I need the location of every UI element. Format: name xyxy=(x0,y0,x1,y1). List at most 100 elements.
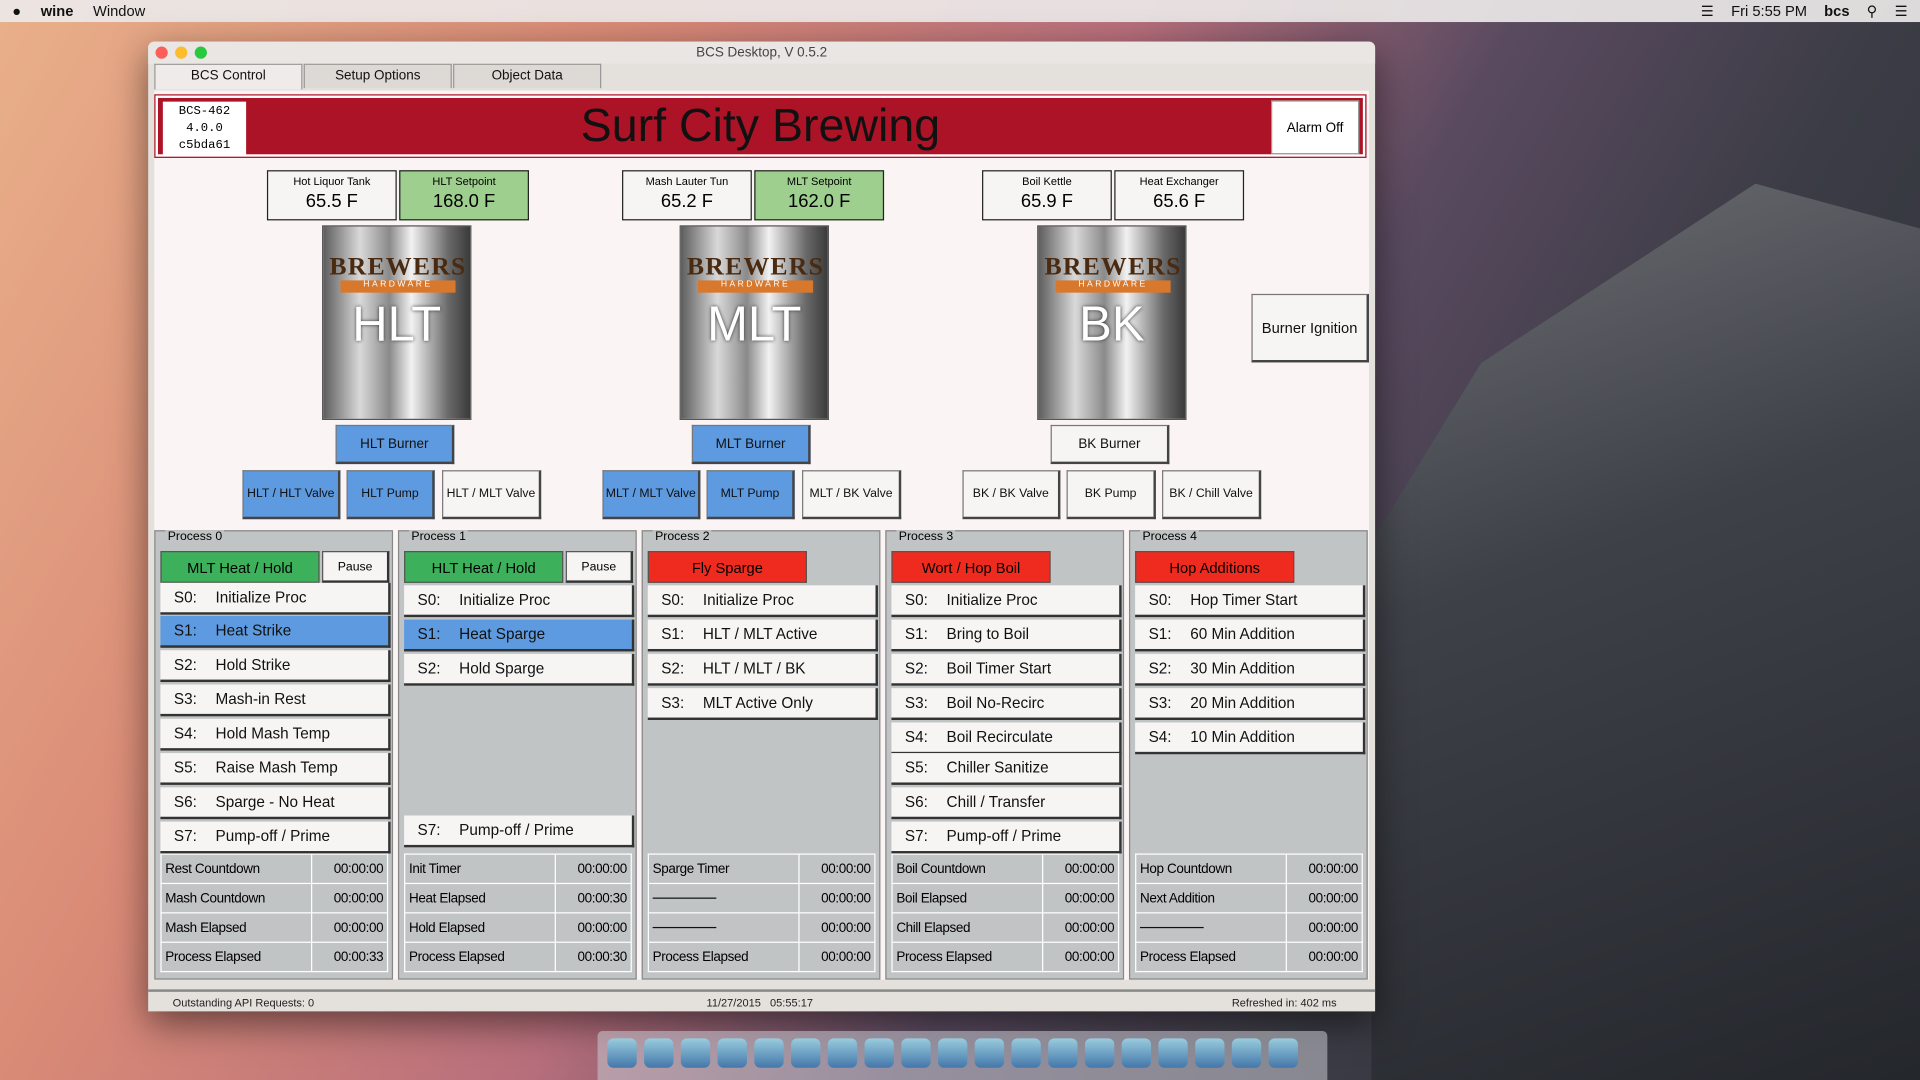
user-menu[interactable]: bcs xyxy=(1824,2,1849,19)
folder-icon[interactable] xyxy=(1231,1038,1262,1068)
itunes-icon[interactable] xyxy=(1048,1038,1078,1068)
output-button-hlt-pump[interactable]: HLT Pump xyxy=(346,470,435,520)
finder-icon[interactable] xyxy=(607,1038,637,1068)
process-step[interactable]: S1: 60 Min Addition xyxy=(1135,619,1366,652)
apple-icon[interactable]: ● xyxy=(12,2,21,19)
tab-bcs-control[interactable]: BCS Control xyxy=(154,63,303,90)
window-menu[interactable]: Window xyxy=(93,2,145,19)
timer-value: 00:00:30 xyxy=(554,882,632,914)
step-number: S4: xyxy=(173,724,197,743)
output-button-bk-bk-valve[interactable]: BK / BK Valve xyxy=(962,470,1061,520)
reminders-icon[interactable] xyxy=(864,1038,894,1068)
process-step[interactable]: S3: Mash-in Rest xyxy=(160,684,391,717)
process-step[interactable]: S4: 10 Min Addition xyxy=(1135,722,1366,755)
sensor-hot-liquor-tank: Hot Liquor Tank 65.5 F xyxy=(266,170,397,221)
timer-value: 00:00:00 xyxy=(798,853,876,885)
calendar-icon[interactable] xyxy=(791,1038,821,1068)
step-number: S4: xyxy=(1148,728,1172,746)
process-step[interactable]: S3: Boil No-Recirc xyxy=(891,688,1122,721)
kettle-mlt[interactable]: BREWERS HARDWARE MLT xyxy=(679,225,829,421)
timer-value: 00:00:00 xyxy=(311,912,389,943)
process-start-button[interactable]: HLT Heat / Hold xyxy=(404,551,564,583)
kettle-logo-band: HARDWARE xyxy=(1055,280,1171,293)
process-step[interactable]: S4: Hold Mash Temp xyxy=(160,718,391,751)
search-icon[interactable]: ⚲ xyxy=(1867,2,1878,19)
app-menu[interactable]: wine xyxy=(41,2,74,19)
timer-label xyxy=(1135,912,1287,943)
terminal-icon[interactable] xyxy=(1195,1038,1225,1068)
process-step[interactable]: S0: Initialize Proc xyxy=(404,585,635,618)
notes-icon[interactable] xyxy=(827,1038,858,1068)
photos-icon[interactable] xyxy=(937,1038,968,1068)
process-step[interactable]: S2: Boil Timer Start xyxy=(891,653,1122,686)
process-step[interactable]: S4: Boil Recirculate xyxy=(891,722,1122,755)
contacts-icon[interactable] xyxy=(754,1038,784,1068)
process-step[interactable]: S3: 20 Min Addition xyxy=(1135,688,1366,721)
process-step[interactable]: S1: Heat Sparge xyxy=(404,619,635,652)
photos-app-icon[interactable] xyxy=(901,1038,931,1068)
kettle-hlt[interactable]: BREWERS HARDWARE HLT xyxy=(322,225,472,421)
process-start-button[interactable]: MLT Heat / Hold xyxy=(160,551,320,583)
kettle-bk[interactable]: BREWERS HARDWARE BK xyxy=(1037,225,1187,421)
burner-button-2[interactable]: BK Burner xyxy=(1050,424,1170,465)
timer-value: 00:00:00 xyxy=(1285,941,1363,973)
minimize-button[interactable] xyxy=(175,46,188,59)
timer-value: 00:00:00 xyxy=(798,912,876,943)
process-step[interactable]: S2: Hold Sparge xyxy=(404,653,635,686)
process-step[interactable]: S0: Initialize Proc xyxy=(647,585,878,618)
pause-button[interactable]: Pause xyxy=(565,551,634,583)
output-button-mlt-mlt-valve[interactable]: MLT / MLT Valve xyxy=(602,470,701,520)
output-button-mlt-pump[interactable]: MLT Pump xyxy=(706,470,795,520)
messages-icon[interactable] xyxy=(974,1038,1005,1068)
burner-button-1[interactable]: MLT Burner xyxy=(691,424,811,465)
process-start-button[interactable]: Hop Additions xyxy=(1135,551,1295,583)
process-step[interactable]: S6: Chill / Transfer xyxy=(891,787,1122,820)
process-step[interactable]: S1: Heat Strike xyxy=(160,615,391,648)
process-step[interactable]: S3: MLT Active Only xyxy=(647,688,878,721)
process-step[interactable]: S7: Pump-off / Prime xyxy=(404,815,635,848)
system-preferences-icon[interactable] xyxy=(1158,1038,1188,1068)
tab-object-data[interactable]: Object Data xyxy=(453,63,602,89)
tab-setup-options[interactable]: Setup Options xyxy=(303,63,452,89)
process-step[interactable]: S5: Chiller Sanitize xyxy=(891,753,1122,785)
process-step[interactable]: S7: Pump-off / Prime xyxy=(160,821,391,854)
process-start-button[interactable]: Wort / Hop Boil xyxy=(891,551,1051,583)
safari-icon[interactable] xyxy=(680,1038,711,1068)
output-button-bk-chill-valve[interactable]: BK / Chill Valve xyxy=(1162,470,1262,520)
preview-icon[interactable] xyxy=(717,1038,747,1068)
output-button-hlt-hlt-valve[interactable]: HLT / HLT Valve xyxy=(242,470,341,520)
app-store-icon[interactable] xyxy=(1121,1038,1152,1068)
process-step[interactable]: S1: HLT / MLT Active xyxy=(647,619,878,652)
output-button-hlt-mlt-valve[interactable]: HLT / MLT Valve xyxy=(442,470,542,520)
step-number: S0: xyxy=(417,591,441,609)
launchpad-icon[interactable] xyxy=(644,1038,674,1068)
alarm-button[interactable]: Alarm Off xyxy=(1271,100,1360,155)
step-name: Boil Timer Start xyxy=(946,660,1052,678)
trash-icon[interactable] xyxy=(1268,1038,1298,1068)
ibooks-icon[interactable] xyxy=(1084,1038,1115,1068)
process-start-button[interactable]: Fly Sparge xyxy=(647,551,807,583)
process-step[interactable]: S0: Hop Timer Start xyxy=(1135,585,1366,618)
zoom-button[interactable] xyxy=(194,46,207,59)
timer-label: Rest Countdown xyxy=(160,853,313,885)
process-step[interactable]: S7: Pump-off / Prime xyxy=(891,821,1122,854)
wifi-icon[interactable]: ☰ xyxy=(1701,2,1714,19)
facetime-icon[interactable] xyxy=(1011,1038,1041,1068)
close-button[interactable] xyxy=(155,46,168,59)
output-button-mlt-bk-valve[interactable]: MLT / BK Valve xyxy=(802,470,902,520)
output-button-bk-pump[interactable]: BK Pump xyxy=(1066,470,1156,520)
pause-button[interactable]: Pause xyxy=(322,551,390,583)
process-step[interactable]: S2: 30 Min Addition xyxy=(1135,653,1366,686)
process-step[interactable]: S2: HLT / MLT / BK xyxy=(647,653,878,686)
burner-ignition-button[interactable]: Burner Ignition xyxy=(1251,293,1369,363)
burner-button-0[interactable]: HLT Burner xyxy=(335,424,455,465)
process-step[interactable]: S5: Raise Mash Temp xyxy=(160,753,391,785)
process-step[interactable]: S1: Bring to Boil xyxy=(891,619,1122,652)
process-step[interactable]: S0: Initialize Proc xyxy=(891,585,1122,618)
process-step[interactable]: S2: Hold Strike xyxy=(160,650,391,683)
process-step[interactable]: S0: Initialize Proc xyxy=(160,582,391,615)
process-step[interactable]: S6: Sparge - No Heat xyxy=(160,787,391,820)
list-icon[interactable]: ☰ xyxy=(1895,2,1908,19)
clock[interactable]: Fri 5:55 PM xyxy=(1731,2,1807,19)
timer-label: Process Elapsed xyxy=(1135,941,1287,973)
